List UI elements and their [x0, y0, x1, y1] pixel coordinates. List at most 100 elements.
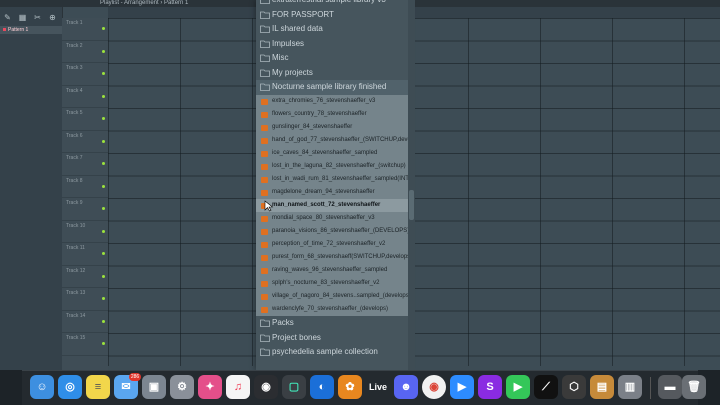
track-led-icon[interactable] — [102, 72, 105, 75]
track-header[interactable]: Track 13 — [62, 288, 108, 311]
folder-icon — [260, 40, 270, 48]
sample-file[interactable]: paranoia_visions_86_stevenshaeffer_(DEVE… — [256, 225, 408, 238]
system-preferences-icon[interactable]: ⚙ — [170, 375, 194, 399]
browser-folder[interactable]: Misc — [256, 51, 408, 66]
sample-file[interactable]: lost_in_the_laguna_82_stevenshaeffer_(sw… — [256, 160, 408, 173]
browser-scrollbar[interactable] — [408, 0, 415, 370]
facetime-icon[interactable]: ▶ — [506, 375, 530, 399]
ableton-live-icon[interactable]: Live — [366, 375, 390, 399]
sample-file[interactable]: splph's_nocturne_83_stevenshaeffer_v2 — [256, 277, 408, 290]
zoom-tool-icon[interactable]: ⊕ — [48, 13, 57, 22]
file-label: paranoia_visions_86_stevenshaeffer_(DEVE… — [272, 228, 408, 234]
browser-folder[interactable]: psychedelia sample collection — [256, 345, 408, 360]
image-capture-icon[interactable]: ▣ — [142, 375, 166, 399]
downloads-stack-icon[interactable]: ▬ — [658, 375, 682, 399]
track-header[interactable]: Track 6 — [62, 131, 108, 153]
track-led-icon[interactable] — [102, 319, 105, 323]
track-led-icon[interactable] — [102, 297, 105, 300]
track-led-icon[interactable] — [102, 117, 105, 120]
track-led-icon[interactable] — [102, 274, 105, 278]
track-led-icon[interactable] — [102, 207, 105, 210]
paint-tool-icon[interactable]: ▦ — [18, 13, 27, 22]
trash-icon[interactable]: 🗑 — [682, 375, 706, 399]
track-led-icon[interactable] — [102, 27, 105, 30]
waveform-icon — [261, 163, 268, 170]
track-header[interactable]: Track 10 — [62, 221, 108, 243]
waveform-icon — [261, 254, 268, 261]
track-header[interactable]: Track 11 — [62, 243, 108, 266]
track-header[interactable]: Track 5 — [62, 108, 108, 131]
chrome-icon[interactable]: ◉ — [422, 375, 446, 399]
track-led-icon[interactable] — [102, 252, 105, 255]
sample-file[interactable]: ice_caves_84_stevenshaeffer_sampled — [256, 147, 408, 160]
browser-folder[interactable]: My projects — [256, 66, 408, 81]
track-header[interactable]: Track 12 — [62, 266, 108, 288]
final-cut-icon[interactable]: ✦ — [198, 375, 222, 399]
sample-file[interactable]: lost_in_wadi_rum_81_stevenshaeffer_sampl… — [256, 173, 408, 186]
track-header[interactable]: Track 8 — [62, 176, 108, 198]
spline-icon[interactable]: S — [478, 375, 502, 399]
track-led-icon[interactable] — [102, 162, 105, 165]
track-header[interactable]: Track 7 — [62, 153, 108, 176]
track-header[interactable]: Track 3 — [62, 63, 108, 86]
file-label: splph's_nocturne_83_stevenshaeffer_v2 — [272, 280, 380, 286]
fl-studio-icon[interactable]: ✿ — [338, 375, 362, 399]
track-led-icon[interactable] — [102, 49, 105, 53]
browser-folder[interactable]: Packs — [256, 316, 408, 331]
track-header[interactable]: Track 15 — [62, 333, 108, 356]
track-header[interactable]: Track 14 — [62, 311, 108, 333]
preview-icon[interactable]: ▥ — [618, 375, 642, 399]
sample-file[interactable]: hand_of_god_77_stevenshaeffer_(SWITCHUP,… — [256, 134, 408, 147]
music-icon[interactable]: ♫ — [226, 375, 250, 399]
track-led-icon[interactable] — [102, 139, 105, 143]
sample-file[interactable]: village_of_nagoro_84_stevens..sampled_(d… — [256, 290, 408, 303]
streamlabs-icon[interactable]: ▢ — [282, 375, 306, 399]
obs-icon[interactable]: ◉ — [254, 375, 278, 399]
sample-file[interactable]: gunslinger_84_stevenshaeffer — [256, 121, 408, 134]
track-led-icon[interactable] — [102, 94, 105, 98]
track-led-icon[interactable] — [102, 229, 105, 233]
mail-icon[interactable]: ✉ 286 — [114, 373, 141, 399]
scrollbar-thumb[interactable] — [409, 190, 414, 220]
safari-icon[interactable]: ◎ — [58, 375, 82, 399]
browser-folder[interactable]: FOR PASSPORT — [256, 8, 408, 23]
pattern-item-selected[interactable]: Pattern 1 — [0, 26, 62, 34]
file-label: lost_in_the_laguna_82_stevenshaeffer_(sw… — [272, 163, 406, 169]
notes-icon[interactable]: ≡ — [86, 375, 110, 399]
track-header[interactable]: Track 1 — [62, 18, 108, 41]
sample-file[interactable]: flowers_country_78_stevenshaeffer — [256, 108, 408, 121]
track-led-icon[interactable] — [102, 342, 105, 345]
draw-tool-icon[interactable]: ✎ — [3, 13, 12, 22]
sample-file[interactable]: mondial_space_80_stevenshaeffer_v3 — [256, 212, 408, 225]
file-label: ice_caves_84_stevenshaeffer_sampled — [272, 150, 378, 156]
track-header[interactable]: Track 4 — [62, 86, 108, 108]
track-header[interactable]: Track 2 — [62, 41, 108, 63]
finder-icon[interactable]: ☺ — [30, 375, 54, 399]
sample-file[interactable]: man_named_scott_72_stevenshaeffer — [256, 199, 408, 212]
sample-file[interactable]: perception_of_time_72_stevenshaeffer_v2 — [256, 238, 408, 251]
pattern-picker-panel: ✎ ▦ ✂ ⊕ Pattern 1 — [0, 7, 63, 370]
folder-icon — [260, 319, 270, 327]
sample-file[interactable]: wardenclyfe_70_stevenshaeffer_(develops) — [256, 303, 408, 316]
cube-app-icon[interactable]: ⬡ — [562, 375, 586, 399]
track-header[interactable]: Track 9 — [62, 198, 108, 221]
browser-folder[interactable]: extraterrestrial sample library v3 — [256, 0, 408, 8]
slice-tool-icon[interactable]: ✂ — [33, 13, 42, 22]
capcut-icon[interactable]: ⟋ — [534, 375, 558, 399]
sample-file[interactable]: raving_waves_96_stevenshaeffer_sampled — [256, 264, 408, 277]
browser-folder[interactable]: Impulses — [256, 37, 408, 52]
track-led-icon[interactable] — [102, 184, 105, 188]
sample-file[interactable]: extra_chromies_76_stevenshaeffer_v3 — [256, 95, 408, 108]
waveform-icon — [261, 98, 268, 105]
browser-folder[interactable]: Project bones — [256, 331, 408, 346]
discord-icon[interactable]: ☻ — [394, 375, 418, 399]
browser-folder[interactable]: Nocturne sample library finished — [256, 80, 408, 95]
browser-arc-icon[interactable]: ◐ — [310, 375, 334, 399]
waveform-icon — [261, 124, 268, 131]
track-label: Track 5 — [66, 110, 83, 116]
browser-folder[interactable]: IL shared data — [256, 22, 408, 37]
sample-file[interactable]: magdelone_dream_94_stevenshaeffer — [256, 186, 408, 199]
sample-file[interactable]: purest_form_68_stevenshaeff(SWITCHUP,dev… — [256, 251, 408, 264]
zoom-icon[interactable]: ▶ — [450, 375, 474, 399]
finder-folder-icon[interactable]: ▤ — [590, 375, 614, 399]
